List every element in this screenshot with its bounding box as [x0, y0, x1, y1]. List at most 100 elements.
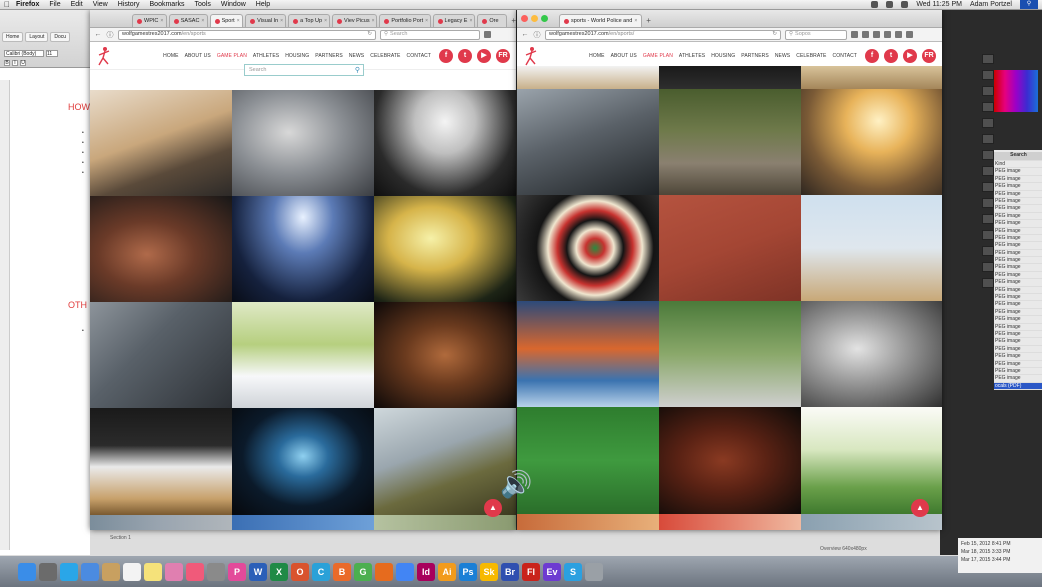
dock-chrome-icon[interactable] [396, 562, 414, 581]
close-tab-icon[interactable]: × [160, 15, 163, 27]
browser-tab[interactable]: WPIC × [132, 14, 167, 27]
site-search-input[interactable]: Search ⚲ [244, 64, 364, 76]
tool-button[interactable] [982, 262, 994, 272]
reload-icon[interactable]: ↻ [772, 31, 777, 39]
tool-button[interactable] [982, 246, 994, 256]
apple-icon[interactable]:  [4, 0, 10, 9]
tool-button[interactable] [982, 70, 994, 80]
dock-ev-icon[interactable]: Ev [543, 562, 561, 581]
nav-link-game-plan[interactable]: GAME PLAN [643, 53, 673, 59]
menubar-clock[interactable]: Wed 11:25 PM [916, 1, 962, 8]
dock-photos-icon[interactable] [165, 562, 183, 581]
nav-link-news[interactable]: NEWS [775, 53, 790, 59]
menu-view[interactable]: View [93, 1, 108, 8]
word-tab-layout[interactable]: Layout [25, 32, 49, 42]
list-item[interactable]: PEG image [994, 331, 1042, 339]
nav-link-news[interactable]: NEWS [349, 53, 364, 59]
dock-contacts-icon[interactable] [102, 562, 120, 581]
list-item[interactable]: Kind [994, 161, 1042, 169]
bookmark-icon[interactable] [484, 31, 491, 38]
menu-file[interactable]: File [49, 1, 60, 8]
search-icon[interactable]: ⚲ [355, 65, 360, 76]
close-tab-icon[interactable]: × [237, 15, 240, 27]
bowling-strip-photo[interactable] [517, 66, 659, 89]
basketball-photo[interactable] [90, 196, 232, 302]
spotlight-icon[interactable]: ⚲ [1020, 0, 1038, 9]
dock-fl-icon[interactable]: Fl [522, 562, 540, 581]
list-item[interactable]: PEG image [994, 279, 1042, 287]
nav-link-athletes[interactable]: ATHLETES [253, 53, 279, 59]
nav-link-contact[interactable]: CONTACT [407, 53, 432, 59]
language-toggle[interactable]: FR [496, 48, 510, 63]
badminton-photo[interactable] [374, 90, 516, 196]
list-item[interactable]: PEG image [994, 361, 1042, 368]
dock-o-icon[interactable]: O [291, 562, 309, 581]
dock-finder-icon[interactable] [18, 562, 36, 581]
list-item[interactable]: PEG image [994, 242, 1042, 250]
list-item[interactable]: PEG image [994, 228, 1042, 235]
list-item[interactable]: PEG image [994, 316, 1042, 324]
dock-music-icon[interactable] [186, 562, 204, 581]
close-tab-icon[interactable]: × [372, 15, 375, 27]
bodybuilder-photo[interactable] [374, 302, 516, 408]
close-tab-icon[interactable]: × [634, 15, 637, 27]
dock-notes-icon[interactable] [144, 562, 162, 581]
nav-link-about-us[interactable]: ABOUT US [611, 53, 637, 59]
strip-photo[interactable] [90, 515, 232, 530]
url-field[interactable]: wolfgamestres2017.com/en/sports/ ↻ [545, 29, 781, 40]
browser-tab[interactable]: Ore [477, 14, 508, 27]
dock-ai-icon[interactable]: Ai [438, 562, 456, 581]
dock-sys-icon[interactable] [207, 562, 225, 581]
nav-link-game-plan[interactable]: GAME PLAN [217, 53, 247, 59]
browser-tab[interactable]: Legacy E × [432, 14, 476, 27]
nav-link-athletes[interactable]: ATHLETES [679, 53, 705, 59]
site-logo-icon[interactable] [523, 45, 539, 67]
close-tab-icon[interactable]: × [201, 15, 204, 27]
tool-button[interactable] [982, 86, 994, 96]
list-item[interactable]: PEG image [994, 250, 1042, 258]
dock-p-icon[interactable]: P [228, 562, 246, 581]
list-item[interactable]: PEG image [994, 294, 1042, 302]
dock-s-icon[interactable]: S [564, 562, 582, 581]
nav-link-housing[interactable]: HOUSING [711, 53, 735, 59]
list-item[interactable]: PEG image [994, 205, 1042, 213]
menu-bookmarks[interactable]: Bookmarks [150, 1, 185, 8]
nav-link-celebrate[interactable]: CELEBRATE [796, 53, 826, 59]
download-icon[interactable] [873, 31, 880, 38]
info-icon[interactable]: ⓘ [533, 30, 541, 40]
close-tab-icon[interactable]: × [280, 15, 283, 27]
weightlifting-photo[interactable] [90, 302, 232, 408]
dock-launch-icon[interactable] [39, 562, 57, 581]
tool-button[interactable] [982, 214, 994, 224]
browser-tab-active[interactable]: sports - World Police and × [559, 14, 643, 27]
list-item[interactable]: PEG image [994, 368, 1042, 376]
fishing-photo[interactable] [90, 90, 232, 196]
close-window-icon[interactable] [521, 15, 528, 22]
dock-ps-icon[interactable]: Ps [459, 562, 477, 581]
pocket-icon[interactable] [895, 31, 902, 38]
tool-button[interactable] [982, 150, 994, 160]
strip-photo[interactable] [232, 515, 374, 530]
nav-link-about-us[interactable]: ABOUT US [185, 53, 211, 59]
tool-button[interactable] [982, 118, 994, 128]
browser-tab[interactable]: SASAC × [168, 14, 208, 27]
list-item[interactable]: PEG image [994, 309, 1042, 317]
nav-link-home[interactable]: HOME [589, 53, 604, 59]
browser-tab[interactable]: Portfolio Port × [379, 14, 431, 27]
url-field[interactable]: wolfgamestres2017.com/en/sports ↻ [118, 29, 376, 40]
list-item[interactable]: PEG image [994, 176, 1042, 184]
dock-calendar-icon[interactable] [123, 562, 141, 581]
bold-button[interactable]: B [4, 60, 10, 66]
info-icon[interactable]: ⓘ [106, 30, 114, 40]
dock-id-icon[interactable]: Id [417, 562, 435, 581]
nav-link-partners[interactable]: PARTNERS [741, 53, 769, 59]
dock-firefox-icon[interactable] [375, 562, 393, 581]
menu-icon[interactable] [906, 31, 913, 38]
list-item[interactable]: PEG image [994, 287, 1042, 295]
dock-g-icon[interactable]: G [354, 562, 372, 581]
new-tab-icon[interactable]: + [511, 14, 516, 27]
list-item[interactable]: PEG image [994, 324, 1042, 331]
word-tab-home[interactable]: Home [2, 32, 24, 42]
list-item[interactable]: PEG image [994, 346, 1042, 354]
arena-basketball-photo[interactable] [232, 196, 374, 302]
